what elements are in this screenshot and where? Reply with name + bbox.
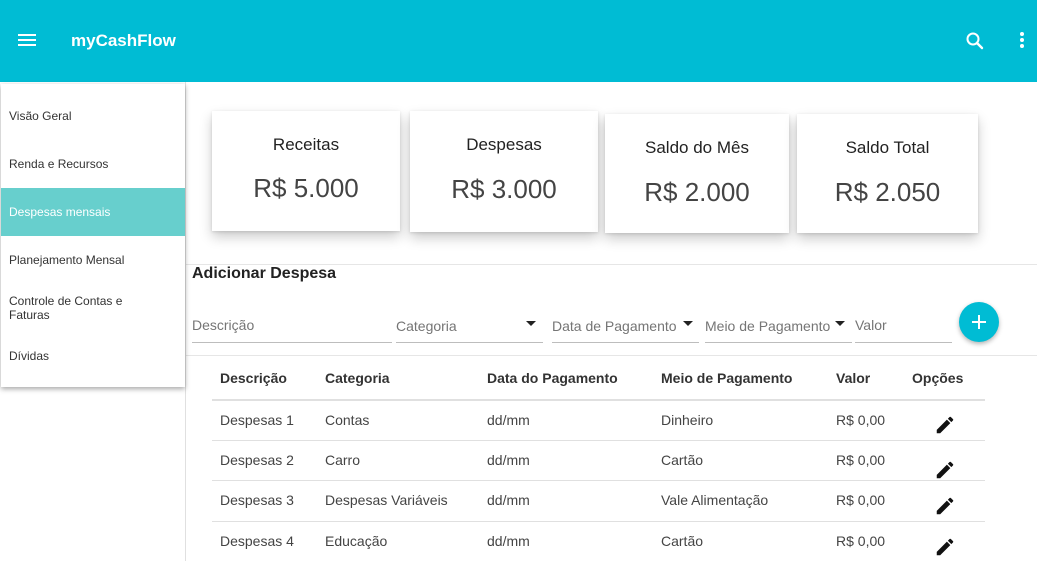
- column-header-opcoes: Opções: [912, 370, 964, 386]
- card-value: R$ 5.000: [253, 173, 359, 203]
- edit-button[interactable]: [934, 536, 956, 558]
- more-vert-icon: [1020, 32, 1024, 48]
- pencil-icon: [936, 538, 954, 556]
- summary-card-saldo-total: Saldo Total R$ 2.050: [797, 114, 978, 233]
- section-divider: [186, 355, 1037, 356]
- cell-descricao: Despesas 1: [220, 412, 294, 428]
- sidebar-item-label: Planejamento Mensal: [9, 253, 125, 267]
- pencil-icon: [936, 497, 954, 515]
- payment-method-select-label: Meio de Pagamento: [705, 318, 831, 334]
- dropdown-arrow-icon: [835, 321, 845, 326]
- description-input[interactable]: [192, 308, 392, 342]
- cell-categoria: Contas: [325, 412, 370, 428]
- pencil-icon: [936, 416, 954, 434]
- summary-card-despesas: Despesas R$ 3.000: [410, 111, 598, 232]
- header-divider: [212, 399, 985, 401]
- cell-valor: R$ 0,00: [836, 492, 886, 508]
- value-field[interactable]: [855, 308, 952, 343]
- cell-meio: Cartão: [661, 452, 704, 468]
- cell-data: dd/mm: [487, 533, 530, 549]
- sidebar-item-label: Controle de Contas e Faturas: [9, 294, 123, 322]
- sidebar-item-controle-de-contas[interactable]: Controle de Contas e Faturas: [1, 284, 185, 332]
- add-expense-button[interactable]: [959, 302, 999, 342]
- cell-valor: R$ 0,00: [836, 412, 886, 428]
- column-header-descricao: Descrição: [220, 370, 287, 386]
- edit-button[interactable]: [934, 414, 956, 436]
- app-title: myCashFlow: [71, 31, 176, 50]
- sidebar-item-visao-geral[interactable]: Visão Geral: [1, 92, 185, 140]
- menu-button[interactable]: [14, 28, 42, 54]
- column-header-valor: Valor: [836, 370, 871, 386]
- category-select[interactable]: Categoria: [396, 308, 543, 343]
- cell-meio: Cartão: [661, 533, 704, 549]
- card-value: R$ 2.050: [834, 177, 941, 207]
- row-divider: [212, 521, 985, 522]
- sidebar-item-label: Visão Geral: [9, 109, 72, 123]
- cell-data: dd/mm: [487, 452, 530, 468]
- column-header-data: Data do Pagamento: [487, 370, 618, 386]
- sidebar-menu: Visão Geral Renda e Recursos Despesas me…: [1, 84, 185, 387]
- cell-categoria: Despesas Variáveis: [325, 492, 448, 508]
- menu-icon: [18, 34, 36, 46]
- content-divider: [185, 82, 186, 561]
- sidebar-item-planejamento-mensal[interactable]: Planejamento Mensal: [1, 236, 185, 284]
- form-title: Adicionar Despesa: [192, 265, 337, 282]
- search-icon: [966, 32, 984, 50]
- pencil-icon: [936, 461, 954, 479]
- plus-icon: [972, 315, 986, 329]
- column-header-meio: Meio de Pagamento: [661, 370, 793, 386]
- card-label: Saldo Total: [845, 138, 930, 157]
- card-label: Receitas: [272, 135, 340, 154]
- sidebar-item-renda-e-recursos[interactable]: Renda e Recursos: [1, 140, 185, 188]
- cell-valor: R$ 0,00: [836, 533, 886, 549]
- cell-descricao: Despesas 3: [220, 492, 294, 508]
- dropdown-arrow-icon: [683, 321, 693, 326]
- sidebar-item-label: Despesas mensais: [9, 205, 111, 219]
- category-select-label: Categoria: [396, 318, 457, 334]
- card-label: Saldo do Mês: [645, 138, 749, 157]
- value-input[interactable]: [855, 308, 952, 342]
- cell-meio: Vale Alimentação: [661, 492, 769, 508]
- sidebar-item-label: Dívidas: [9, 349, 50, 363]
- cell-descricao: Despesas 4: [220, 533, 294, 549]
- cell-descricao: Despesas 2: [220, 452, 294, 468]
- search-button[interactable]: [962, 28, 988, 54]
- card-label: Despesas: [466, 135, 542, 154]
- cell-categoria: Educação: [325, 533, 388, 549]
- payment-date-select-label: Data de Pagamento: [552, 318, 677, 334]
- cell-valor: R$ 0,00: [836, 452, 886, 468]
- app-bar: myCashFlow: [0, 0, 1037, 82]
- summary-card-saldo-do-mes: Saldo do Mês R$ 2.000: [605, 114, 789, 233]
- dropdown-arrow-icon: [526, 321, 536, 326]
- sidebar-item-despesas-mensais[interactable]: Despesas mensais: [1, 188, 185, 236]
- card-value: R$ 2.000: [644, 177, 750, 207]
- card-value: R$ 3.000: [451, 174, 557, 204]
- sidebar-item-dividas[interactable]: Dívidas: [1, 332, 185, 380]
- cell-data: dd/mm: [487, 412, 530, 428]
- edit-button[interactable]: [934, 459, 956, 481]
- cell-meio: Dinheiro: [661, 412, 714, 428]
- row-divider: [212, 440, 985, 441]
- cell-categoria: Carro: [325, 452, 361, 468]
- summary-card-receitas: Receitas R$ 5.000: [212, 111, 400, 231]
- payment-method-select[interactable]: Meio de Pagamento: [705, 308, 852, 343]
- sidebar-item-label: Renda e Recursos: [9, 157, 109, 171]
- edit-button[interactable]: [934, 495, 956, 517]
- payment-date-select[interactable]: Data de Pagamento: [552, 308, 699, 343]
- row-divider: [212, 480, 985, 481]
- column-header-categoria: Categoria: [325, 370, 390, 386]
- cell-data: dd/mm: [487, 492, 530, 508]
- description-field[interactable]: [192, 308, 392, 343]
- more-options-button[interactable]: [1013, 28, 1031, 54]
